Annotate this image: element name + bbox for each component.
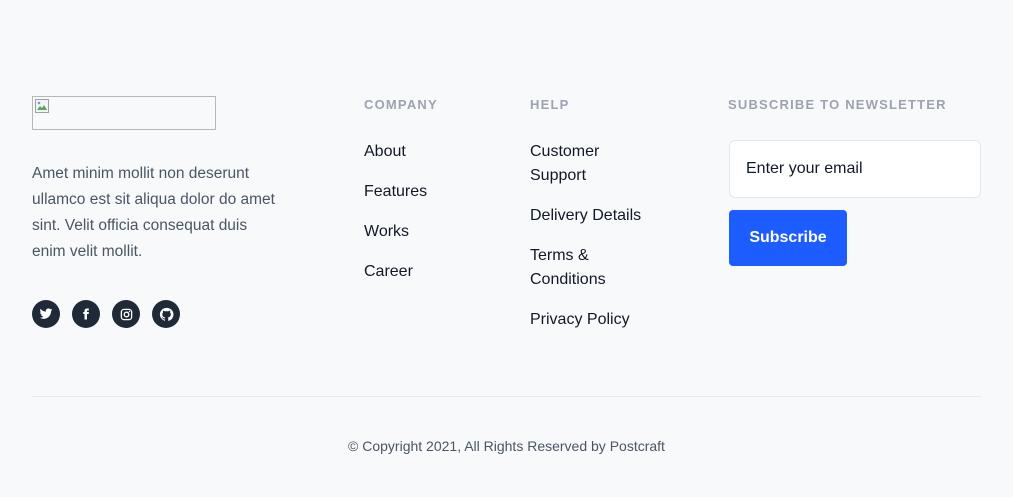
- help-heading: Help: [530, 97, 570, 112]
- email-input[interactable]: [729, 140, 981, 198]
- help-link-privacy-policy[interactable]: Privacy Policy: [530, 308, 650, 332]
- logo-image[interactable]: [32, 96, 216, 130]
- github-icon: [159, 307, 174, 321]
- broken-image-icon: [35, 99, 49, 113]
- footer-divider: [32, 396, 981, 397]
- company-link-about[interactable]: About: [364, 140, 484, 164]
- github-link[interactable]: [152, 300, 180, 328]
- help-links: Customer Support Delivery Details Terms …: [530, 140, 650, 348]
- company-heading: Company: [364, 97, 438, 112]
- company-link-features[interactable]: Features: [364, 180, 484, 204]
- facebook-link[interactable]: [72, 300, 100, 328]
- brand-description: Amet minim mollit non deserunt ullamco e…: [32, 165, 275, 260]
- newsletter-heading: Subscribe to newsletter: [728, 97, 947, 112]
- company-link-works[interactable]: Works: [364, 220, 484, 244]
- copyright-text: © Copyright 2021, All Rights Reserved by…: [348, 438, 665, 454]
- subscribe-button[interactable]: Subscribe: [729, 210, 847, 266]
- help-link-terms[interactable]: Terms & Conditions: [530, 244, 650, 292]
- twitter-link[interactable]: [32, 300, 60, 328]
- company-links: About Features Works Career: [364, 140, 484, 300]
- twitter-icon: [39, 308, 53, 319]
- instagram-icon: [120, 308, 132, 320]
- site-footer: Amet minim mollit non deserunt ullamco e…: [0, 0, 1013, 497]
- company-link-career[interactable]: Career: [364, 260, 484, 284]
- help-link-customer-support[interactable]: Customer Support: [530, 140, 650, 188]
- instagram-link[interactable]: [112, 300, 140, 328]
- help-link-delivery-details[interactable]: Delivery Details: [530, 204, 650, 228]
- social-links: [32, 300, 180, 328]
- facebook-icon: [83, 308, 89, 320]
